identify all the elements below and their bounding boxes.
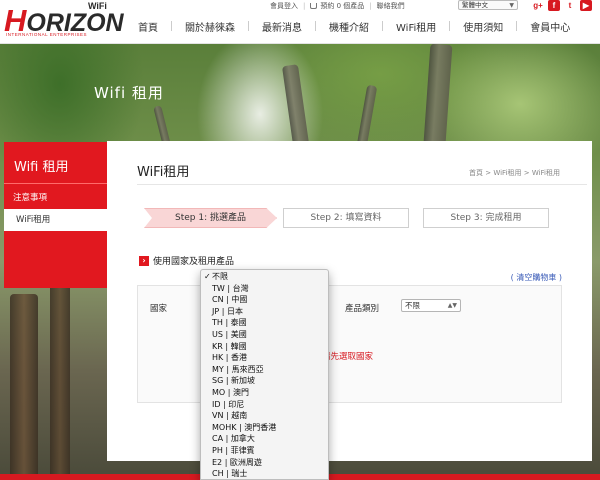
site-header: HORIZON WiFi INTERNATIONAL ENTERPRISES 會… — [0, 0, 600, 44]
social-links: g+ f t ▶ — [532, 0, 592, 11]
section-heading: › 使用國家及租用產品 — [139, 254, 234, 267]
country-option[interactable]: ✓ 不限 — [201, 271, 328, 283]
nav-models[interactable]: 機種介紹 — [316, 19, 382, 34]
title-divider — [137, 184, 587, 185]
country-option[interactable]: KR | 韓國 — [201, 341, 328, 353]
product-type-label: 產品類別 — [345, 304, 380, 314]
country-option[interactable]: PH | 菲律賓 — [201, 445, 328, 457]
sidebar-title: Wifi 租用 — [4, 142, 107, 184]
country-option[interactable]: US | 美國 — [201, 329, 328, 341]
step-indicator: Step 1: 挑選產品 Step 2: 填寫資料 Step 3: 完成租用 — [144, 208, 554, 228]
country-option[interactable]: CH | 瑞士 — [201, 468, 328, 479]
step-3: Step 3: 完成租用 — [423, 208, 549, 228]
country-option[interactable]: MOHK | 澳門香港 — [201, 422, 328, 434]
select-arrows-icon: ▲▼ — [447, 302, 457, 309]
content-panel: WiFi租用 首頁 > WiFi租用 > WiFi租用 Step 1: 挑選產品… — [107, 141, 592, 461]
product-type-value: 不限 — [405, 301, 420, 310]
youtube-icon[interactable]: ▶ — [580, 0, 592, 11]
twitter-icon[interactable]: t — [564, 0, 576, 11]
select-country-warning: 請先選取國家 — [322, 352, 374, 362]
nav-wifi-rental[interactable]: WiFi租用 — [383, 19, 449, 34]
country-option[interactable]: SG | 新加坡 — [201, 375, 328, 387]
nav-member-center[interactable]: 會員中心 — [517, 19, 583, 34]
nav-news[interactable]: 最新消息 — [249, 19, 315, 34]
country-option[interactable]: ID | 印尼 — [201, 399, 328, 411]
step-2: Step 2: 填寫資料 — [283, 208, 409, 228]
sidebar-item-wifi-rental[interactable]: WiFi租用 — [4, 209, 107, 231]
country-dropdown-list[interactable]: ✓ 不限 TW | 台灣 CN | 中國 JP | 日本 TH | 泰國 US |… — [200, 269, 329, 480]
nav-about[interactable]: 關於赫徠森 — [172, 19, 248, 34]
country-option[interactable]: CN | 中國 — [201, 294, 328, 306]
hero-title: Wifi 租用 — [94, 84, 164, 102]
arrow-right-icon: › — [139, 255, 149, 266]
country-option[interactable]: MO | 澳門 — [201, 387, 328, 399]
language-select[interactable]: 繁體中文 ▼ — [458, 0, 518, 10]
step-1: Step 1: 挑選產品 — [144, 208, 277, 228]
cart-icon — [310, 3, 318, 9]
country-option[interactable]: TH | 泰國 — [201, 317, 328, 329]
country-option[interactable]: JP | 日本 — [201, 306, 328, 318]
country-label: 國家 — [150, 304, 168, 314]
chevron-down-icon: ▼ — [509, 2, 514, 9]
logo-subtitle: INTERNATIONAL ENTERPRISES — [6, 32, 88, 37]
sidebar: Wifi 租用 注意事項 WiFi租用 — [4, 142, 107, 288]
nav-usage-notes[interactable]: 使用須知 — [450, 19, 516, 34]
country-option[interactable]: TW | 台灣 — [201, 283, 328, 295]
sidebar-item-notice[interactable]: 注意事項 — [4, 187, 107, 209]
contact-link[interactable]: 聯絡我們 — [377, 1, 405, 11]
country-option[interactable]: MY | 馬來西亞 — [201, 364, 328, 376]
login-link[interactable]: 會員登入 — [270, 1, 298, 11]
page-title: WiFi租用 — [137, 165, 190, 180]
main-nav: 首頁 關於赫徠森 最新消息 機種介紹 WiFi租用 使用須知 會員中心 — [125, 17, 583, 35]
language-value: 繁體中文 — [462, 1, 488, 9]
logo-wifi-label: WiFi — [88, 1, 107, 11]
country-option[interactable]: VN | 越南 — [201, 410, 328, 422]
section-heading-text: 使用國家及租用產品 — [153, 257, 235, 267]
utility-bar: 會員登入 | 預約 0 個產品 | 聯絡我們 — [270, 1, 405, 11]
breadcrumb: 首頁 > WiFi租用 > WiFi租用 — [469, 169, 560, 177]
cart-link[interactable]: 預約 0 個產品 — [320, 1, 364, 11]
nav-home[interactable]: 首頁 — [125, 19, 171, 34]
horizon-logo[interactable]: HORIZON WiFi INTERNATIONAL ENTERPRISES — [4, 1, 124, 41]
facebook-icon[interactable]: f — [548, 0, 560, 11]
checkmark-icon: ✓ — [204, 272, 211, 281]
country-option[interactable]: HK | 香港 — [201, 352, 328, 364]
country-option[interactable]: CA | 加拿大 — [201, 433, 328, 445]
country-option[interactable]: E2 | 歐洲周遊 — [201, 457, 328, 469]
product-type-select[interactable]: 不限 ▲▼ — [401, 299, 461, 312]
clear-cart-link[interactable]: ( 清空購物車 ) — [511, 272, 562, 283]
google-plus-icon[interactable]: g+ — [532, 0, 544, 11]
